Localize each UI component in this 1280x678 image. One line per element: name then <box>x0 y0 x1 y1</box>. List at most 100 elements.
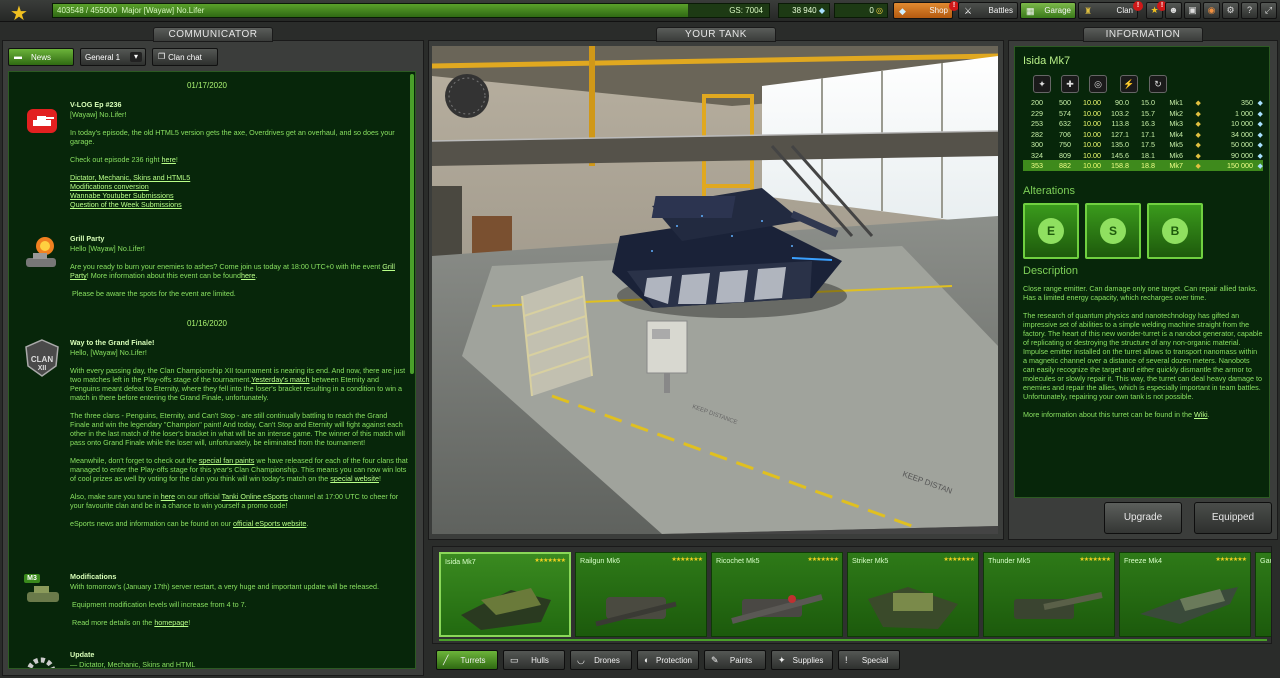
alteration-slot[interactable]: S <box>1085 203 1141 259</box>
alteration-gear-icon: E <box>1038 218 1064 244</box>
help-icon[interactable]: ? <box>1241 2 1258 19</box>
category-label: Paints <box>729 656 753 665</box>
garage-item-card[interactable]: Thunder Mk5 ★★★★★★★ <box>983 552 1115 637</box>
challenges-star-icon[interactable]: ★! <box>1146 1 1167 19</box>
stat-cell: 135.0 <box>1111 140 1129 149</box>
category-tab-drones[interactable]: ◡ Drones <box>570 650 632 670</box>
news-link[interactable]: Dictator, Mechanic, Skins and HTML5 <box>70 173 408 182</box>
news-body: Are you ready to burn your enemies to as… <box>70 262 408 280</box>
garage-item-card[interactable]: Isida Mk7 ★★★★★★★ <box>439 552 571 637</box>
garage-item-card[interactable]: Freeze Mk4 ★★★★★★★ <box>1119 552 1251 637</box>
battles-button[interactable]: ⚔ Battles <box>958 2 1018 19</box>
feed-scrollbar[interactable] <box>410 74 414 374</box>
news-text: ! More information about this event can … <box>86 271 242 280</box>
description-text: More information about this turret can b… <box>1023 410 1263 419</box>
crystal-icon: ◆ <box>1257 129 1263 139</box>
category-label: Drones <box>594 656 620 665</box>
stats-row: 353 882 10.00 158.8 18.8 Mk7 150 000 ◆ ◆ <box>1023 160 1263 171</box>
category-label: Special <box>861 656 889 665</box>
stat-cell: 15.7 <box>1141 108 1155 118</box>
turret-thumbnail <box>731 594 823 624</box>
stat-cell: 17.1 <box>1141 129 1155 139</box>
news-title: Grill Party <box>70 234 105 243</box>
news-title: Modifications <box>70 572 117 581</box>
news-link[interactable]: Modifications conversion <box>70 182 408 191</box>
garage-button[interactable]: ▦ Garage <box>1020 2 1076 19</box>
crystal-icon: ◆ <box>818 6 825 15</box>
supplies-icon: ✦ <box>778 655 786 665</box>
fullscreen-icon[interactable]: ⤢ <box>1260 2 1277 19</box>
garage-item-card[interactable]: Railgun Mk6 ★★★★★★★ <box>575 552 707 637</box>
strip-scrollbar[interactable] <box>439 639 1267 641</box>
alteration-slot[interactable]: B <box>1147 203 1203 259</box>
news-link[interactable]: homepage <box>154 618 188 627</box>
news-greeting: Hello [Wayaw] No.Lifer! <box>70 244 145 253</box>
tanki-logo-icon[interactable]: ◉ <box>1203 2 1220 19</box>
news-button[interactable]: ▬ News <box>8 48 74 66</box>
stat-cell: Mk4 <box>1169 129 1183 139</box>
chevron-down-icon: ▾ <box>130 52 142 62</box>
garage-item-card[interactable]: Striker Mk5 ★★★★★★★ <box>847 552 979 637</box>
category-tab-protection[interactable]: ◐ Protection <box>637 650 699 670</box>
garage-item-card[interactable]: Gaus <box>1255 552 1272 639</box>
shop-label: Shop <box>929 6 948 15</box>
equipped-button[interactable]: Equipped <box>1194 502 1272 534</box>
stat-cell: 10.00 <box>1083 140 1101 149</box>
garage-item-strip[interactable]: Isida Mk7 ★★★★★★★ Railgun Mk6 ★★★★★★★ Ricoch… <box>432 546 1272 644</box>
news-link[interactable]: here <box>162 155 176 164</box>
channel-label: General 1 <box>85 53 121 62</box>
stat-cell: 90.0 <box>1115 98 1129 107</box>
garage-label: Garage <box>1044 6 1071 15</box>
news-flag-icon: ▬ <box>14 52 22 61</box>
heal-icon: ✚ <box>1061 75 1079 93</box>
clan-button[interactable]: ♜ Clan ! <box>1078 1 1143 19</box>
news-link[interactable]: official eSports website <box>233 519 306 528</box>
wiki-link[interactable]: Wiki <box>1194 410 1208 419</box>
category-tab-turrets[interactable]: ╱ Turrets <box>436 650 498 670</box>
clan-label: Clan <box>1116 6 1133 15</box>
news-link[interactable]: here <box>161 492 175 501</box>
tank-preview-viewport[interactable]: KEEP DISTANCE KEEP DISTAN <box>432 46 998 534</box>
tankoins-counter: 0 ◎ <box>834 3 888 18</box>
crystals-counter: 38 940 ◆ <box>778 3 830 18</box>
news-feed[interactable]: 01/17/2020 V-LOG Ep #236 [Wayaw] No.Life… <box>8 71 416 669</box>
category-tab-hulls[interactable]: ▭ Hulls <box>503 650 565 670</box>
news-link[interactable]: special fan paints <box>199 456 255 465</box>
news-link[interactable]: Wannabe Youtuber Submissions <box>70 191 408 200</box>
news-body: Please be aware the spots for the event … <box>72 289 236 298</box>
news-link[interactable]: Yesterday's match <box>251 375 309 384</box>
garage-item-card[interactable]: Ricochet Mk5 ★★★★★★★ <box>711 552 843 637</box>
stat-cell: 17.5 <box>1141 140 1155 149</box>
stat-cell: 353 <box>1031 161 1043 170</box>
news-text: ! <box>379 474 381 483</box>
news-link[interactable]: Question of the Week Submissions <box>70 200 408 209</box>
upgrade-button[interactable]: Upgrade <box>1104 502 1182 534</box>
news-link[interactable]: Tanki Online eSports <box>222 492 288 501</box>
stats-row: 200 500 10.00 90.0 15.0 Mk1 350 ◆ ◆ <box>1023 97 1263 108</box>
turret-thumbnail <box>1256 559 1272 639</box>
diamond-icon: ◆ <box>899 6 906 16</box>
missions-icon[interactable]: ▣ <box>1184 2 1201 19</box>
settings-gear-icon[interactable]: ⚙ <box>1222 2 1239 19</box>
crystal-icon: ◆ <box>1257 119 1263 128</box>
clan-chat-button[interactable]: ❐ Clan chat <box>152 48 218 66</box>
friends-icon[interactable]: ☻ <box>1165 2 1182 19</box>
stat-cell: 18.8 <box>1141 161 1155 170</box>
upgrade-stats-table: 200 500 10.00 90.0 15.0 Mk1 350 ◆ ◆ 229 574 10.00 10… <box>1023 97 1263 171</box>
news-text: Read more details on the <box>72 618 155 627</box>
news-title: Update <box>70 650 95 659</box>
news-link[interactable]: here <box>241 271 255 280</box>
alteration-slot[interactable]: E <box>1023 203 1079 259</box>
crystal-icon: ◆ <box>1257 108 1263 118</box>
news-text: ! <box>188 618 191 627</box>
news-link[interactable]: special website <box>330 474 379 483</box>
shop-button[interactable]: ◆ Shop ! <box>893 1 959 19</box>
channel-select[interactable]: General 1 ▾ <box>80 48 146 66</box>
stat-cell: 16.3 <box>1141 119 1155 128</box>
category-tab-paints[interactable]: ✎ Paints <box>704 650 766 670</box>
modification-level-icon: ◆ <box>1195 108 1201 118</box>
garage-icon: ▦ <box>1026 6 1035 16</box>
stat-cell: 127.1 <box>1111 129 1129 139</box>
category-tab-supplies[interactable]: ✦ Supplies <box>771 650 833 670</box>
category-tab-special[interactable]: ! Special <box>838 650 900 670</box>
